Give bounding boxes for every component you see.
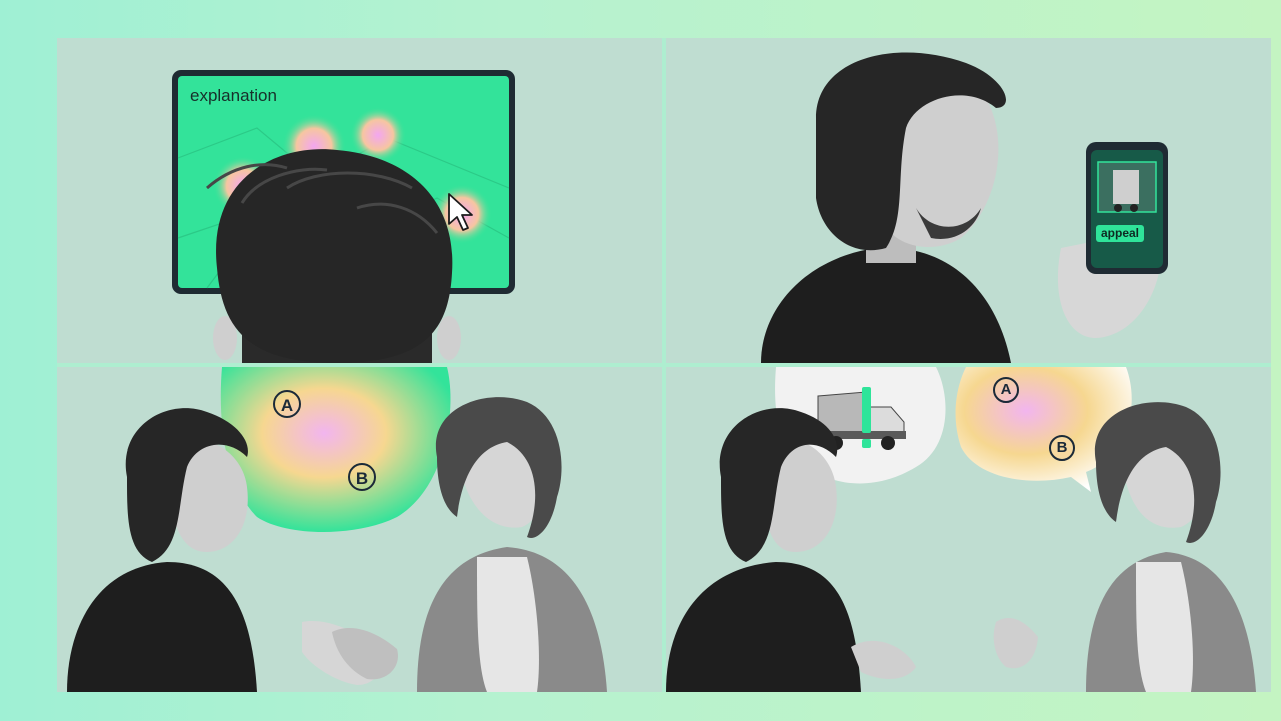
handshake-icon <box>302 621 398 685</box>
appeal-label: appeal <box>1096 225 1144 242</box>
explanation-scene <box>172 70 515 363</box>
screen-label: explanation <box>190 86 277 105</box>
woman-right <box>417 397 607 692</box>
marker-b: B <box>348 463 376 491</box>
agreement-scene <box>67 367 607 692</box>
appeal-scene <box>761 52 1168 363</box>
vertical-divider <box>662 38 666 692</box>
panel-explanation: explanation <box>57 38 662 363</box>
marker-a: A <box>273 390 301 418</box>
panel-dispute: A B <box>666 367 1271 692</box>
marker-b: B <box>1049 435 1075 461</box>
marker-a: A <box>993 377 1019 403</box>
man-profile <box>761 52 1011 363</box>
dispute-scene <box>666 367 1256 692</box>
storyboard-frame: explanation appeal A B A B <box>57 38 1271 692</box>
panel-agreement: A B <box>57 367 662 692</box>
shared-map-bubble <box>220 367 451 532</box>
panel-appeal: appeal <box>666 38 1271 363</box>
